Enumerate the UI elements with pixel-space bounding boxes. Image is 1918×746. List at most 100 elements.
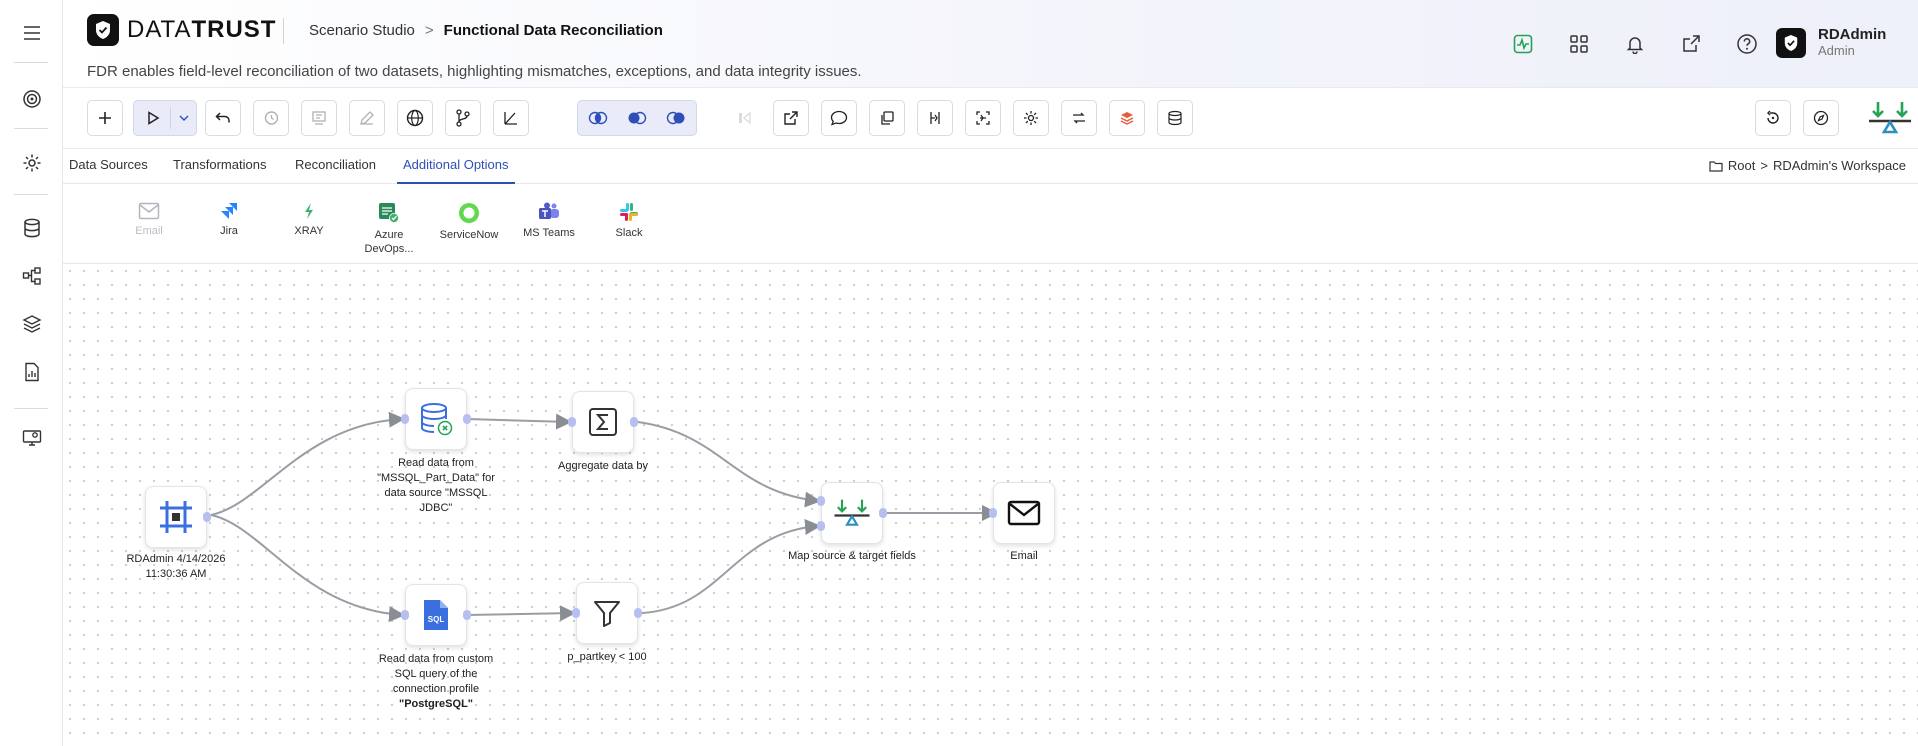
export-button[interactable] — [773, 100, 809, 136]
branch-button[interactable] — [445, 100, 481, 136]
undo-button[interactable] — [205, 100, 241, 136]
plus-icon — [99, 112, 111, 124]
copy-button[interactable] — [869, 100, 905, 136]
node-map-fields[interactable] — [817, 482, 887, 544]
config-button[interactable] — [1013, 100, 1049, 136]
bell-icon[interactable] — [1607, 30, 1663, 58]
node-read-mssql[interactable] — [401, 388, 471, 450]
node-trigger[interactable] — [145, 486, 211, 548]
sigma-icon — [589, 408, 617, 436]
apps-grid-icon[interactable] — [1551, 30, 1607, 58]
integration-jira[interactable]: Jira — [189, 202, 269, 238]
integration-xray[interactable]: XRAY — [269, 202, 349, 238]
workflow-edges — [210, 411, 998, 623]
join-type-group — [577, 100, 697, 136]
stack-button[interactable] — [1109, 100, 1145, 136]
monitor-settings-icon[interactable] — [0, 421, 63, 455]
tab-transformations[interactable]: Transformations — [167, 149, 272, 184]
undo-icon — [215, 112, 230, 123]
database-icon[interactable] — [0, 211, 63, 245]
node-map-fields-label: Map source & target fields — [788, 550, 916, 562]
reconcile-scale-icon — [1869, 102, 1911, 134]
user-menu[interactable]: RDAdmin Admin — [1776, 27, 1886, 58]
page-header: DATATRUST Scenario Studio > Functional D… — [63, 0, 1918, 88]
settings-icon[interactable] — [0, 146, 63, 180]
node-read-mssql-label: Read data from "MSSQL_Part_Data" for dat… — [377, 457, 495, 514]
compass-icon — [1813, 110, 1829, 126]
node-read-sql[interactable]: SQL — [401, 584, 471, 646]
xray-icon — [305, 203, 313, 219]
node-aggregate[interactable] — [568, 391, 638, 453]
edit-button[interactable] — [349, 100, 385, 136]
help-icon[interactable] — [1719, 30, 1775, 58]
node-filter-label: p_partkey < 100 — [567, 651, 647, 663]
play-icon — [148, 111, 160, 125]
workflow-icon[interactable] — [0, 259, 63, 293]
join-full-icon[interactable] — [588, 111, 608, 125]
workspace-path[interactable]: Root > RDAdmin's Workspace — [1709, 158, 1906, 173]
restore-button[interactable] — [1755, 100, 1791, 136]
export-icon — [784, 111, 798, 125]
node-trigger-label: RDAdmin 4/14/2026 11:30:36 AM — [126, 553, 226, 580]
brand-name: DATATRUST — [127, 16, 277, 43]
layers-icon[interactable] — [0, 307, 63, 341]
activity-icon[interactable] — [1495, 30, 1551, 58]
integration-ms-teams[interactable]: MS Teams — [509, 202, 589, 240]
stack-icon — [1120, 112, 1134, 125]
workflow-canvas[interactable]: RDAdmin 4/14/2026 11:30:36 AM Read data … — [63, 264, 1918, 746]
jira-icon — [221, 203, 237, 219]
reconcile-scale-button[interactable] — [1863, 96, 1917, 140]
tab-data-sources[interactable]: Data Sources — [63, 149, 154, 184]
transform-button[interactable] — [1061, 100, 1097, 136]
integration-email[interactable]: Email — [109, 202, 189, 238]
join-right-icon[interactable] — [666, 111, 686, 125]
azure-devops-icon — [379, 203, 399, 223]
comment-icon — [830, 110, 848, 126]
branch-icon — [456, 109, 470, 127]
integration-azure-devops[interactable]: Azure DevOps... — [349, 202, 429, 256]
integration-servicenow[interactable]: ServiceNow — [429, 202, 509, 242]
svg-text:SQL: SQL — [428, 615, 445, 624]
report-icon[interactable] — [0, 355, 63, 389]
workspace-separator: > — [1760, 158, 1768, 173]
storage-button[interactable] — [1157, 100, 1193, 136]
comment-button[interactable] — [821, 100, 857, 136]
node-email[interactable] — [989, 482, 1055, 544]
compass-button[interactable] — [1803, 100, 1839, 136]
template-button[interactable] — [301, 100, 337, 136]
workspace-root: Root — [1727, 158, 1756, 173]
trigger-frame-icon — [160, 501, 192, 533]
breadcrumb-separator: > — [424, 22, 434, 39]
join-left-icon[interactable] — [627, 111, 647, 125]
split-view-icon — [930, 112, 940, 124]
history-icon — [264, 111, 279, 125]
skip-back-icon — [739, 111, 751, 125]
node-filter[interactable] — [572, 582, 642, 644]
folder-icon — [1709, 160, 1723, 172]
scan-button[interactable] — [965, 100, 1001, 136]
cog-icon — [1024, 111, 1038, 125]
transform-icon — [1073, 112, 1085, 124]
integration-options: Email Jira XRAY Azure DevOps... ServiceN… — [63, 184, 1918, 264]
skip-back-button[interactable] — [727, 100, 763, 136]
menu-icon[interactable] — [0, 16, 63, 50]
integration-slack[interactable]: Slack — [589, 202, 669, 240]
edge-aggregate-map — [637, 421, 821, 508]
target-icon[interactable] — [0, 82, 63, 116]
globe-button[interactable] — [397, 100, 433, 136]
template-icon — [312, 111, 326, 125]
shield-logo-icon — [87, 14, 119, 46]
add-button[interactable] — [87, 100, 123, 136]
external-link-icon[interactable] — [1663, 30, 1719, 58]
tab-additional-options[interactable]: Additional Options — [397, 149, 515, 184]
slack-icon — [620, 203, 638, 221]
angle-button[interactable] — [493, 100, 529, 136]
angle-icon — [504, 112, 517, 125]
run-button[interactable] — [133, 100, 197, 136]
history-button[interactable] — [253, 100, 289, 136]
breadcrumb-root[interactable]: Scenario Studio — [309, 22, 415, 39]
tab-reconciliation[interactable]: Reconciliation — [289, 149, 382, 184]
brand-logo[interactable]: DATATRUST — [87, 14, 276, 46]
page-subtitle: FDR enables field-level reconciliation o… — [87, 63, 862, 80]
split-view-button[interactable] — [917, 100, 953, 136]
